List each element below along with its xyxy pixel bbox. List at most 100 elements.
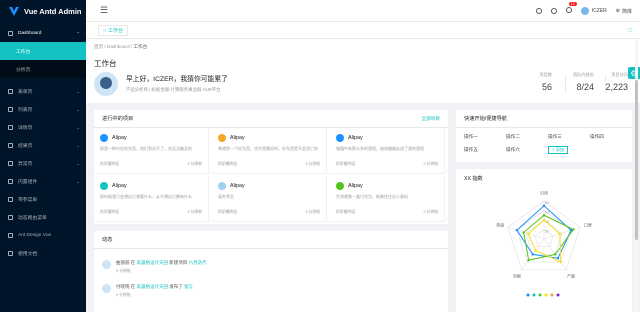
project-card[interactable]: Alipay 希望是一个好东西，也许是最好的，好东西是不会消亡的 科学搬砖组 9 分钟… <box>212 128 327 174</box>
quicknav-link[interactable]: 操作一 <box>464 134 478 140</box>
project-team[interactable]: 科学搬砖组 <box>100 210 119 215</box>
scrollbar[interactable] <box>635 40 638 312</box>
project-time: 9 分钟前 <box>187 162 202 166</box>
menu-exception[interactable]: 异常页 ⌄ <box>0 154 86 172</box>
project-header: Alipay <box>336 182 438 190</box>
project-desc: 那是一种内在的东西，他们到达不了，也无法触及的 <box>100 146 192 151</box>
menu-form[interactable]: 表单页 ⌄ <box>0 82 86 100</box>
projects-card: 进行中的项目 全部项目 Alipay 那是一种内在的东西，他们到达不了，也无法触及… <box>94 110 448 224</box>
menu-label: 异常页 <box>18 161 33 167</box>
sidebar: Vue Antd Admin Dashboard ⌃ 工作台 分析页 表单页 ⌄ 列… <box>0 0 86 312</box>
logo[interactable]: Vue Antd Admin <box>0 0 86 22</box>
activity-text: 付晓晓 在 高逼格设计天团 发布了 留言 <box>116 284 193 290</box>
stat-value: 56 <box>541 82 552 92</box>
settings-drawer-button[interactable]: ⚙ <box>628 67 640 79</box>
stat-rank: 团队内排名 8/24 <box>573 72 594 92</box>
notice-bell[interactable]: 12 <box>565 2 577 15</box>
menu-detail[interactable]: 详情页 ⌄ <box>0 118 86 136</box>
stat-value: 8/24 <box>576 82 594 92</box>
breadcrumb: 首页 / Dashboard / 工作台 <box>94 44 148 49</box>
all-projects-link[interactable]: 全部项目 <box>422 116 440 122</box>
project-footer: 科学搬砖组 9 分钟前 <box>100 162 202 167</box>
project-card[interactable]: Alipay 那是一种内在的东西，他们到达不了，也无法触及的 科学搬砖组 9 分钟前 <box>94 128 209 174</box>
menu-result[interactable]: 结果页 ⌄ <box>0 136 86 154</box>
scrollbar-thumb[interactable] <box>635 80 638 240</box>
menu-docs[interactable]: 使用文档 <box>0 244 86 262</box>
lock-icon[interactable]: ▢ <box>628 27 632 32</box>
project-card[interactable]: Alipay 凛冬将至 科学搬砖组 9 分钟前 <box>212 176 327 222</box>
activity-group-link[interactable]: 高逼格设计天团 <box>137 260 169 265</box>
legend-dot <box>550 293 554 297</box>
project-desc: 凛冬将至 <box>218 194 234 199</box>
search-icon[interactable] <box>535 8 542 14</box>
activity-group-link[interactable]: 高逼格设计天团 <box>137 284 169 289</box>
project-name: Alipay <box>230 135 245 141</box>
menu-antd[interactable]: Ant Design Vue <box>0 226 86 244</box>
global-icon: ⊕ <box>615 8 620 14</box>
project-name: Alipay <box>348 183 363 189</box>
menu-components[interactable]: 内置组件 ⌄ <box>0 172 86 190</box>
breadcrumb-current: 工作台 <box>133 44 148 49</box>
activity-item: 付晓晓 在 高逼格设计天团 发布了 留言 9 分钟前 <box>102 284 193 298</box>
activity-target-link[interactable]: 六月迭代 <box>189 260 207 265</box>
stat-visits: 项目访问 2,223 <box>605 72 628 92</box>
radar-axis-label: 产量 <box>567 273 575 279</box>
project-name: Alipay <box>230 183 245 189</box>
breadcrumb-dashboard[interactable]: Dashboard <box>107 44 129 49</box>
header-actions: 12 ICZER ⊕ 简体 <box>535 0 632 22</box>
stat-projects: 项目数 56 <box>539 72 552 92</box>
chevron-down-icon: ⌄ <box>76 107 80 112</box>
project-team[interactable]: 科学搬砖组 <box>218 162 237 167</box>
project-team[interactable]: 科学搬砖组 <box>336 162 355 167</box>
menu-analysis[interactable]: 分析页 <box>0 60 86 78</box>
question-icon[interactable] <box>550 8 557 14</box>
top-header: ☰ 12 ICZER ⊕ 简体 <box>86 0 640 22</box>
menu-fold-icon[interactable]: ☰ <box>100 5 108 16</box>
app-title: Vue Antd Admin <box>24 6 82 16</box>
radar-axis-label: 引用 <box>540 190 548 196</box>
quicknav-link[interactable]: 操作四 <box>590 134 604 140</box>
radar-axis-label: 热度 <box>496 221 504 227</box>
menu-list[interactable]: 列表页 ⌄ <box>0 100 86 118</box>
quicknav-link[interactable]: 操作五 <box>464 147 478 153</box>
menu-dynamic[interactable]: 动态路由菜单 <box>0 208 86 226</box>
menu-param[interactable]: 带参菜单 <box>0 190 86 208</box>
greeting: 早上好，ICZER，我猜你可能累了 <box>126 76 228 83</box>
page-title: 工作台 <box>94 59 117 68</box>
radar-axis-label: 贡献 <box>513 273 521 279</box>
project-team[interactable]: 科学搬砖组 <box>336 210 355 215</box>
menu-label: 动态路由菜单 <box>18 215 47 221</box>
menu-label: 结果页 <box>18 143 33 149</box>
user-menu[interactable]: ICZER <box>580 7 607 15</box>
stat-label: 团队内排名 <box>573 72 594 77</box>
project-card[interactable]: Alipay 生命就像一盒巧克力，结果往往出人意料 科学搬砖组 9 分钟前 <box>330 176 445 222</box>
bell-icon <box>565 7 572 13</box>
quicknav-link[interactable]: 操作六 <box>506 147 520 153</box>
legend-dot <box>538 293 542 297</box>
tabs-bar: ○ 工作台 ▢ <box>86 22 640 39</box>
project-team[interactable]: 科学搬砖组 <box>218 210 237 215</box>
lang-switch[interactable]: ⊕ 简体 <box>616 8 632 15</box>
project-card[interactable]: Alipay 那时候我只会想自己想要什么，从不想自己拥有什么 科学搬砖组 9 分钟前 <box>94 176 209 222</box>
quicknav-link[interactable]: 操作三 <box>548 134 562 140</box>
notice-badge: 12 <box>568 2 577 6</box>
radar-point <box>553 253 557 256</box>
project-card[interactable]: Alipay 城镇中有那么多的酒馆，她却偏偏走进了我的酒馆 科学搬砖组 9 分钟前 <box>330 128 445 174</box>
tab-workplace[interactable]: ○ 工作台 <box>98 25 129 36</box>
radar-chart: 80604020引用口碑产量贡献热度 <box>496 190 592 297</box>
divider <box>565 75 566 93</box>
project-team[interactable]: 科学搬砖组 <box>100 162 119 167</box>
menu-dashboard[interactable]: Dashboard ⌃ <box>0 24 86 42</box>
menu-workplace[interactable]: 工作台 <box>0 42 86 60</box>
project-time: 9 分钟前 <box>423 210 438 214</box>
radar-point <box>559 260 562 264</box>
breadcrumb-home[interactable]: 首页 <box>94 44 103 49</box>
quicknav-link[interactable]: 操作二 <box>506 134 520 140</box>
add-quicknav-button[interactable]: + 添加 <box>548 146 568 154</box>
radar-point <box>542 204 546 207</box>
project-name: Alipay <box>112 135 127 141</box>
activity-target-link[interactable]: 留言 <box>184 284 193 289</box>
avatar <box>580 7 589 15</box>
radar-point <box>522 231 525 234</box>
menu-label: 列表页 <box>18 107 33 113</box>
